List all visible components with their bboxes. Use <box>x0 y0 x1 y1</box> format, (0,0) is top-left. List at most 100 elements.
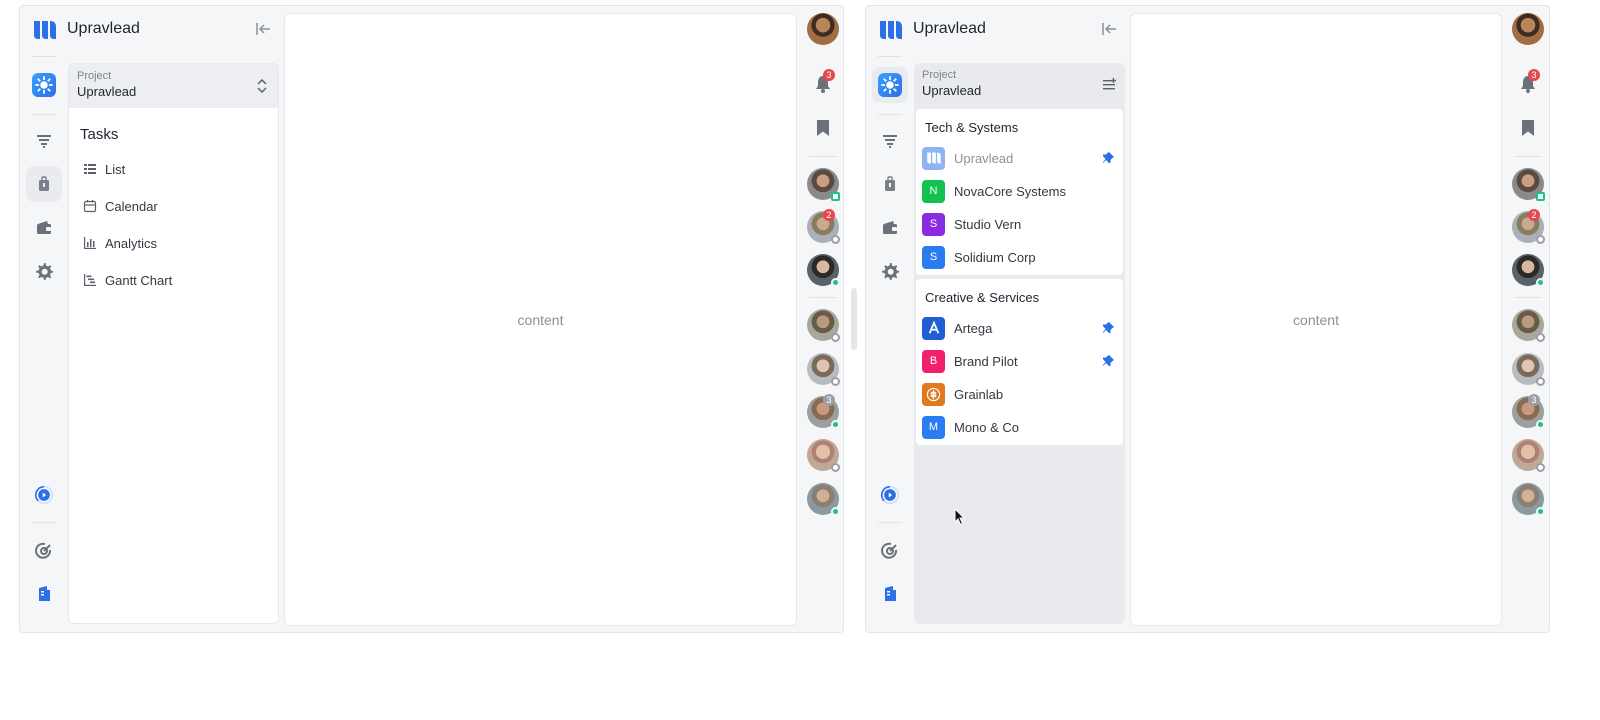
docs-button[interactable] <box>872 576 908 612</box>
project-option-label: Artega <box>954 320 993 336</box>
project-selector-label: Project <box>922 69 957 81</box>
team-member-avatar[interactable] <box>1512 353 1545 386</box>
project-option[interactable]: M Mono & Co <box>922 412 1117 442</box>
upravlead-logo-icon <box>922 146 945 170</box>
team-member-avatar[interactable] <box>1512 168 1545 201</box>
project-option[interactable]: N NovaCore Systems <box>922 176 1117 206</box>
project-option-label: Mono & Co <box>954 419 1020 435</box>
sort-list-icon[interactable] <box>1101 77 1117 93</box>
target-arrow-icon <box>35 542 52 559</box>
team-member-avatar[interactable] <box>807 439 840 472</box>
status-indicator <box>1536 420 1545 429</box>
project-option[interactable]: B Brand Pilot <box>922 346 1117 376</box>
bookmark-icon[interactable] <box>1518 118 1538 138</box>
gantt-icon <box>84 274 96 286</box>
team-member-avatar[interactable] <box>807 353 840 386</box>
goals-button[interactable] <box>26 533 62 569</box>
pin-icon[interactable] <box>1101 151 1115 165</box>
project-switcher-button[interactable] <box>26 67 62 103</box>
wallet-nav-button[interactable] <box>872 210 908 246</box>
document-icon <box>885 586 896 601</box>
tasks-nav-list[interactable]: List <box>75 154 272 184</box>
project-selector-value: Upravlead <box>922 83 982 98</box>
app-name: Upravlead <box>913 20 986 37</box>
project-option[interactable]: S Studio Vern <box>922 209 1117 239</box>
rail-divider <box>809 156 837 157</box>
app-window-left: Upravlead Project Upravlead Tasks List C… <box>19 5 844 633</box>
dropdown-group-title: Tech & Systems <box>925 120 1019 135</box>
project-option-label: Studio Vern <box>954 216 1022 232</box>
user-avatar[interactable] <box>1512 13 1544 45</box>
app-window-right: Upravlead Project Upravlead Tech & Syste… <box>865 5 1550 633</box>
project-option-label: NovaCore Systems <box>954 183 1066 199</box>
main-content: content <box>284 13 797 626</box>
status-indicator <box>831 235 840 244</box>
project-selector-value: Upravlead <box>77 84 137 99</box>
team-member-avatar[interactable] <box>807 309 840 342</box>
tasks-nav-button[interactable] <box>26 166 62 202</box>
team-member-avatar[interactable] <box>1512 254 1545 287</box>
project-option[interactable]: Upravlead <box>922 143 1117 173</box>
rail-divider <box>878 522 902 523</box>
project-option[interactable]: S Solidium Corp <box>922 242 1117 272</box>
user-avatar[interactable] <box>807 13 839 45</box>
project-dropdown: Project Upravlead Tech & Systems Upravle… <box>914 63 1125 624</box>
gear-icon <box>36 263 53 280</box>
status-indicator <box>1536 333 1545 342</box>
member-badge: 3 <box>1528 394 1540 406</box>
rail-divider <box>878 114 902 115</box>
project-selector[interactable]: Project Upravlead <box>914 63 1125 107</box>
scrollbar-thumb[interactable] <box>851 288 857 350</box>
rail-divider <box>809 297 837 298</box>
collapse-sidebar-icon[interactable] <box>254 20 272 38</box>
team-member-avatar[interactable] <box>807 254 840 287</box>
tasks-nav-gantt[interactable]: Gantt Chart <box>75 265 272 295</box>
project-option[interactable]: Grainlab <box>922 379 1117 409</box>
dropdown-group-title: Creative & Services <box>925 290 1040 305</box>
filter-nav-button[interactable] <box>26 123 62 159</box>
team-member-avatar[interactable] <box>807 168 840 201</box>
project-switcher-button[interactable] <box>872 67 908 103</box>
rail-divider <box>32 114 56 115</box>
team-member-avatar[interactable] <box>1512 439 1545 472</box>
calendar-icon <box>83 200 97 213</box>
analytics-icon <box>84 237 96 249</box>
project-avatar <box>32 73 56 97</box>
goals-button[interactable] <box>872 533 908 569</box>
funnel-icon <box>37 135 51 148</box>
timer-button[interactable] <box>872 477 908 513</box>
team-member-avatar[interactable] <box>1512 483 1545 516</box>
content-placeholder: content <box>517 311 564 328</box>
project-selector[interactable]: Project Upravlead <box>69 64 278 108</box>
tasks-nav-calendar-label: Calendar <box>105 198 158 214</box>
document-icon <box>39 586 50 601</box>
docs-button[interactable] <box>26 576 62 612</box>
app-name: Upravlead <box>67 20 140 37</box>
status-indicator <box>831 377 840 386</box>
status-indicator <box>1536 507 1545 516</box>
timer-button[interactable] <box>26 477 62 513</box>
team-member-avatar[interactable] <box>807 483 840 516</box>
status-indicator <box>831 192 840 201</box>
status-indicator <box>1536 278 1545 287</box>
filter-nav-button[interactable] <box>872 123 908 159</box>
artega-logo-icon <box>922 316 945 340</box>
pin-icon[interactable] <box>1101 354 1115 368</box>
mouse-cursor-icon <box>954 508 966 526</box>
collapse-sidebar-icon[interactable] <box>1100 20 1118 38</box>
team-member-avatar[interactable] <box>1512 309 1545 342</box>
wallet-nav-button[interactable] <box>26 210 62 246</box>
project-option-label: Grainlab <box>954 386 1004 402</box>
settings-nav-button[interactable] <box>872 253 908 289</box>
tasks-nav-analytics[interactable]: Analytics <box>75 228 272 258</box>
project-logo: S <box>922 245 945 269</box>
pin-icon[interactable] <box>1101 321 1115 335</box>
settings-nav-button[interactable] <box>26 253 62 289</box>
tasks-nav-button[interactable] <box>872 166 908 202</box>
tasks-nav-calendar[interactable]: Calendar <box>75 191 272 221</box>
bookmark-icon[interactable] <box>813 118 833 138</box>
project-option[interactable]: Artega <box>922 313 1117 343</box>
member-badge: 3 <box>823 394 835 406</box>
status-indicator <box>831 278 840 287</box>
status-indicator <box>831 463 840 472</box>
